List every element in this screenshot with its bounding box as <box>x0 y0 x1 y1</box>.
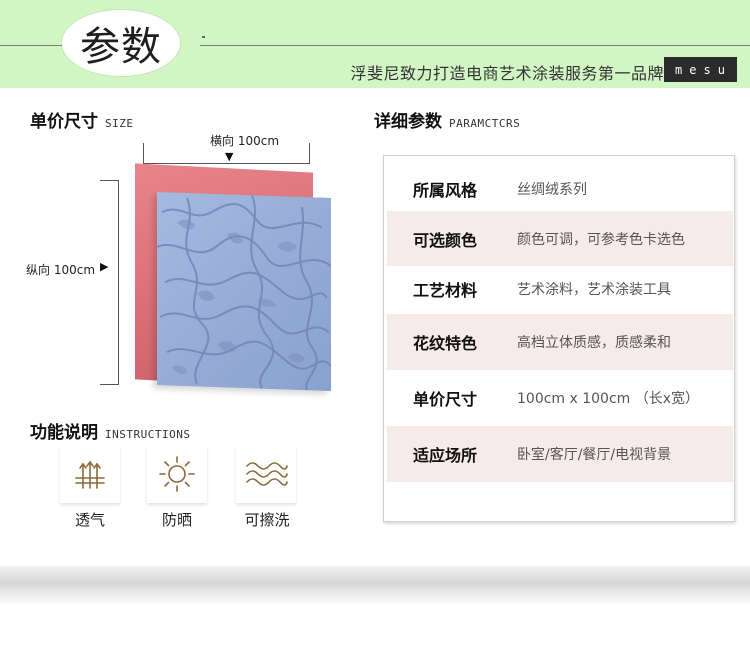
brand-logo: mesu <box>664 57 737 82</box>
washable-card <box>236 445 296 503</box>
function-heading-subtitle: INSTRUCTIONS <box>105 428 191 441</box>
horizontal-dimension-line <box>143 163 310 164</box>
param-row-pattern: 花纹特色 高档立体质感，质感柔和 <box>387 314 733 370</box>
function-heading: 功能说明 INSTRUCTIONS <box>30 418 190 443</box>
horizontal-dimension-label: 横向 100cm <box>210 134 280 148</box>
param-value: 颜色可调，可参考色卡选色 <box>517 231 685 248</box>
header-divider-right <box>200 45 750 46</box>
params-heading-subtitle: PARAMCTCRS <box>449 117 521 130</box>
horizontal-dimension-tick-left <box>143 143 144 163</box>
param-key: 所属风格 <box>413 181 478 200</box>
breathable-icon <box>75 460 105 489</box>
washable-label: 可擦洗 <box>244 511 290 529</box>
param-value: 丝绸绒系列 <box>517 182 587 198</box>
header-band: 参数 浮斐尼致力打造电商艺术涂装服务第一品牌 mesu <box>0 0 750 88</box>
param-row-material: 工艺材料 艺术涂料，艺术涂装工具 <box>387 266 733 312</box>
header-divider-left <box>0 45 62 46</box>
param-key: 工艺材料 <box>413 281 478 300</box>
size-heading-subtitle: SIZE <box>105 117 134 130</box>
breathable-card <box>60 445 120 503</box>
params-heading-title: 详细参数 <box>374 112 442 132</box>
param-key: 适应场所 <box>413 446 478 465</box>
vertical-dimension-tick-top <box>100 180 118 181</box>
vertical-dimension-tick-bottom <box>100 384 118 385</box>
param-key: 单价尺寸 <box>413 390 478 409</box>
sunproof-label: 防晒 <box>161 511 192 529</box>
vertical-dimension-arrow: ▶ <box>100 260 109 273</box>
sunproof-card <box>147 445 207 503</box>
bottom-divider <box>0 566 750 604</box>
sample-panel-front <box>157 191 331 392</box>
page-title: 参数 <box>80 24 162 70</box>
brand-slogan: 浮斐尼致力打造电商艺术涂装服务第一品牌 <box>350 64 664 83</box>
size-heading-title: 单价尺寸 <box>30 112 98 132</box>
param-row-venue: 适应场所 卧室/客厅/餐厅/电视背景 <box>387 426 733 482</box>
vertical-dimension-label: 纵向 100cm <box>26 263 96 277</box>
param-key: 花纹特色 <box>413 334 478 353</box>
horizontal-dimension-arrow: ▼ <box>225 150 234 163</box>
title-bubble: 参数 <box>62 10 180 76</box>
param-row-size: 单价尺寸 100cm x 100cm （长x宽） <box>387 370 733 426</box>
vertical-dimension-line <box>118 180 119 385</box>
breathable-label: 透气 <box>74 511 105 529</box>
texture-pattern <box>157 191 331 392</box>
function-heading-title: 功能说明 <box>30 423 98 443</box>
param-row-color: 可选颜色 颜色可调，可参考色卡选色 <box>387 211 733 266</box>
param-value: 100cm x 100cm （长x宽） <box>517 391 700 407</box>
param-value: 高档立体质感，质感柔和 <box>517 335 671 351</box>
waves-icon <box>246 462 288 486</box>
horizontal-dimension-tick-right <box>309 143 310 163</box>
sun-icon <box>159 456 195 492</box>
param-value: 卧室/客厅/餐厅/电视背景 <box>517 447 672 463</box>
params-table: 所属风格 丝绸绒系列 可选颜色 颜色可调，可参考色卡选色 工艺材料 艺术涂料，艺… <box>383 155 735 522</box>
size-heading: 单价尺寸 SIZE <box>30 107 134 132</box>
param-value: 艺术涂料，艺术涂装工具 <box>517 282 671 298</box>
param-key: 可选颜色 <box>413 230 478 250</box>
params-heading: 详细参数 PARAMCTCRS <box>374 107 520 132</box>
header-dot <box>202 36 205 38</box>
param-row-style: 所属风格 丝绸绒系列 <box>387 164 733 214</box>
